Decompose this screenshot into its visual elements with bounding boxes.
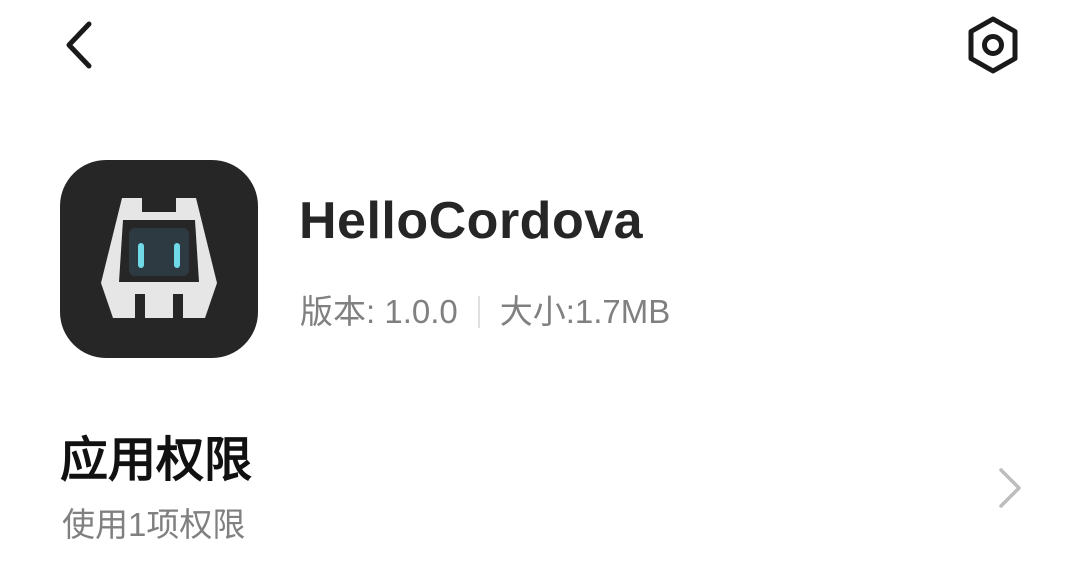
meta-divider xyxy=(477,296,480,328)
permissions-subtitle: 使用1项权限 xyxy=(62,506,246,543)
back-button[interactable] xyxy=(50,15,106,75)
cordova-robot-icon xyxy=(101,198,217,318)
chevron-left-icon xyxy=(66,21,92,69)
version-label: 版本: 1.0.0 xyxy=(300,293,458,330)
chevron-right-icon xyxy=(999,468,1021,508)
permissions-title: 应用权限 xyxy=(60,434,253,487)
app-icon xyxy=(60,160,258,358)
app-name: HelloCordova xyxy=(299,192,644,250)
size-label: 大小:1.7MB xyxy=(499,293,671,330)
settings-button[interactable] xyxy=(958,12,1028,78)
app-permissions-row[interactable]: 应用权限 使用1项权限 xyxy=(0,420,1080,560)
hexagon-settings-icon xyxy=(968,16,1018,74)
app-meta: 版本: 1.0.0 大小:1.7MB xyxy=(300,290,670,334)
